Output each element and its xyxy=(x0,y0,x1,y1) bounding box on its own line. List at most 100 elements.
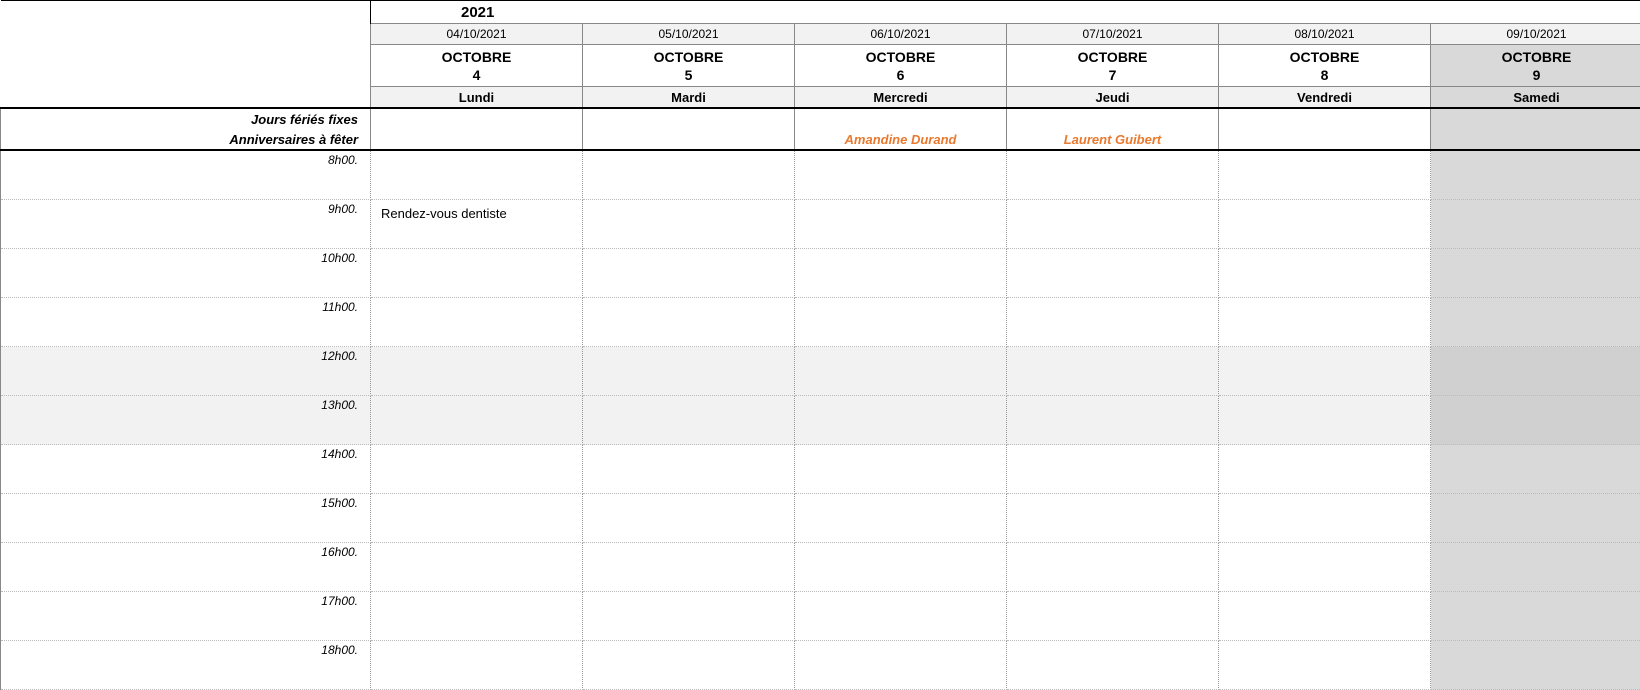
agenda-cell[interactable] xyxy=(795,150,1007,200)
agenda-cell[interactable] xyxy=(1431,445,1640,494)
agenda-cell[interactable] xyxy=(371,298,583,347)
agenda-cell[interactable] xyxy=(1007,641,1219,690)
weekly-agenda: 202104/10/202105/10/202106/10/202107/10/… xyxy=(0,0,1640,690)
holiday-cell xyxy=(1007,108,1219,129)
agenda-cell[interactable] xyxy=(795,445,1007,494)
agenda-cell[interactable] xyxy=(1007,592,1219,641)
hour-label: 14h00. xyxy=(1,445,371,494)
agenda-cell[interactable] xyxy=(583,298,795,347)
agenda-cell[interactable] xyxy=(795,641,1007,690)
holiday-cell xyxy=(1219,108,1431,129)
agenda-cell[interactable] xyxy=(795,347,1007,396)
day-header[interactable]: OCTOBRE4 xyxy=(371,45,583,87)
agenda-cell[interactable] xyxy=(1431,347,1640,396)
agenda-cell[interactable] xyxy=(1219,641,1431,690)
agenda-cell[interactable] xyxy=(583,641,795,690)
agenda-cell[interactable] xyxy=(1007,396,1219,445)
agenda-cell[interactable] xyxy=(1219,592,1431,641)
agenda-cell[interactable] xyxy=(371,347,583,396)
agenda-cell[interactable] xyxy=(583,396,795,445)
agenda-cell[interactable] xyxy=(583,543,795,592)
agenda-cell[interactable] xyxy=(371,592,583,641)
agenda-cell[interactable] xyxy=(1431,641,1640,690)
agenda-cell[interactable] xyxy=(371,249,583,298)
agenda-cell[interactable] xyxy=(1007,298,1219,347)
month-label: OCTOBRE xyxy=(442,49,512,65)
agenda-cell[interactable] xyxy=(583,347,795,396)
agenda-cell[interactable] xyxy=(1431,543,1640,592)
agenda-cell[interactable]: Rendez-vous dentiste xyxy=(371,200,583,249)
birthday-cell xyxy=(1219,129,1431,150)
agenda-cell[interactable] xyxy=(1431,494,1640,543)
agenda-cell[interactable] xyxy=(795,592,1007,641)
month-label: OCTOBRE xyxy=(1290,49,1360,65)
agenda-cell[interactable] xyxy=(1007,494,1219,543)
birthday-name: Amandine Durand xyxy=(845,132,957,147)
agenda-cell[interactable] xyxy=(795,298,1007,347)
weekday-label: Samedi xyxy=(1431,87,1640,109)
agenda-cell[interactable] xyxy=(371,641,583,690)
day-header[interactable]: OCTOBRE9 xyxy=(1431,45,1640,87)
agenda-cell[interactable] xyxy=(1007,249,1219,298)
agenda-cell[interactable] xyxy=(795,396,1007,445)
birthday-cell xyxy=(1431,129,1640,150)
hour-label: 15h00. xyxy=(1,494,371,543)
date-header: 04/10/2021 xyxy=(371,24,583,45)
day-number: 6 xyxy=(897,67,905,83)
agenda-cell[interactable] xyxy=(1431,249,1640,298)
agenda-cell[interactable] xyxy=(1219,347,1431,396)
agenda-cell[interactable] xyxy=(1431,592,1640,641)
agenda-cell[interactable] xyxy=(1219,445,1431,494)
month-label: OCTOBRE xyxy=(1502,49,1572,65)
agenda-cell[interactable] xyxy=(795,494,1007,543)
hour-label: 18h00. xyxy=(1,641,371,690)
hour-label: 16h00. xyxy=(1,543,371,592)
agenda-cell[interactable] xyxy=(371,543,583,592)
hour-label: 13h00. xyxy=(1,396,371,445)
day-number: 7 xyxy=(1109,67,1117,83)
weekday-label: Lundi xyxy=(371,87,583,109)
agenda-cell[interactable] xyxy=(1219,298,1431,347)
agenda-cell[interactable] xyxy=(583,445,795,494)
agenda-cell[interactable] xyxy=(1007,445,1219,494)
holiday-cell xyxy=(583,108,795,129)
birthday-cell: Laurent Guibert xyxy=(1007,129,1219,150)
agenda-cell[interactable] xyxy=(583,592,795,641)
agenda-cell[interactable] xyxy=(795,249,1007,298)
agenda-cell[interactable] xyxy=(371,445,583,494)
agenda-cell[interactable] xyxy=(1007,543,1219,592)
agenda-cell[interactable] xyxy=(795,200,1007,249)
agenda-cell[interactable] xyxy=(1431,150,1640,200)
agenda-cell[interactable] xyxy=(1219,396,1431,445)
agenda-cell[interactable] xyxy=(371,494,583,543)
hour-label: 12h00. xyxy=(1,347,371,396)
day-header[interactable]: OCTOBRE8 xyxy=(1219,45,1431,87)
agenda-cell[interactable] xyxy=(1431,200,1640,249)
agenda-cell[interactable] xyxy=(583,249,795,298)
agenda-cell[interactable] xyxy=(1219,150,1431,200)
agenda-cell[interactable] xyxy=(1219,543,1431,592)
agenda-cell[interactable] xyxy=(583,150,795,200)
agenda-cell[interactable] xyxy=(1007,200,1219,249)
birthdays-label: Anniversaires à fêter xyxy=(229,132,358,147)
birthday-name: Laurent Guibert xyxy=(1064,132,1162,147)
day-header[interactable]: OCTOBRE5 xyxy=(583,45,795,87)
day-header[interactable]: OCTOBRE7 xyxy=(1007,45,1219,87)
agenda-cell[interactable] xyxy=(795,543,1007,592)
agenda-cell[interactable] xyxy=(371,396,583,445)
agenda-cell[interactable] xyxy=(1431,396,1640,445)
agenda-cell[interactable] xyxy=(583,200,795,249)
agenda-cell[interactable] xyxy=(583,494,795,543)
agenda-cell[interactable] xyxy=(1007,347,1219,396)
day-header[interactable]: OCTOBRE6 xyxy=(795,45,1007,87)
holiday-cell xyxy=(371,108,583,129)
year-label: 2021 xyxy=(371,4,494,21)
agenda-cell[interactable] xyxy=(371,150,583,200)
agenda-cell[interactable] xyxy=(1219,200,1431,249)
agenda-cell[interactable] xyxy=(1219,494,1431,543)
agenda-cell[interactable] xyxy=(1007,150,1219,200)
agenda-cell[interactable] xyxy=(1431,298,1640,347)
agenda-cell[interactable] xyxy=(1219,249,1431,298)
month-label: OCTOBRE xyxy=(654,49,724,65)
date-header: 09/10/2021 xyxy=(1431,24,1640,45)
